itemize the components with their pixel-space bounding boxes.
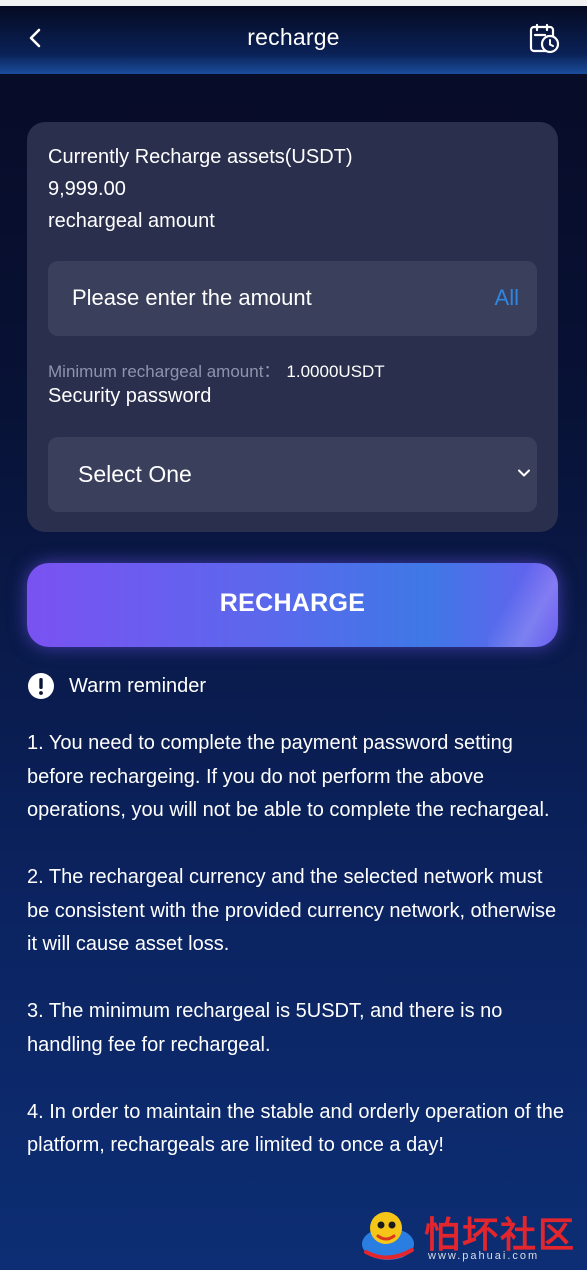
amount-input[interactable]: Please enter the amount All [48, 261, 537, 336]
recharge-button[interactable]: RECHARGE [27, 563, 558, 647]
security-password-select[interactable]: Select One [48, 437, 537, 512]
recharge-card: Currently Recharge assets(USDT) 9,999.00… [27, 122, 558, 532]
minimum-amount-label: Minimum rechargeal amount： [48, 362, 281, 381]
reminder-item: 1. You need to complete the payment pass… [27, 732, 550, 821]
reminder-item: 4. In order to maintain the stable and o… [27, 1100, 565, 1157]
watermark-logo-icon [362, 1212, 414, 1260]
amount-label: rechargeal amount [48, 210, 215, 232]
reminder-item: 3. The minimum rechargeal is 5USDT, and … [27, 1000, 503, 1056]
reminder-title: Warm reminder [69, 675, 207, 697]
app-header: recharge [0, 6, 587, 74]
minimum-amount-value: 1.0000USDT [286, 362, 385, 381]
assets-value: 9,999.00 [48, 178, 126, 200]
watermark: 怕坏社区 www.pahuai.com [356, 1206, 578, 1268]
assets-label: Currently Recharge assets(USDT) [48, 146, 353, 168]
reminder-list: 1. You need to complete the payment pass… [27, 727, 567, 1196]
reminder-item: 2. The rechargeal currency and the selec… [27, 866, 557, 955]
all-button[interactable]: All [495, 285, 519, 311]
history-clock-icon[interactable] [527, 22, 561, 56]
select-value: Select One [78, 461, 192, 487]
amount-input-placeholder: Please enter the amount [72, 285, 312, 310]
chevron-down-icon [518, 469, 530, 477]
exclamation-icon [28, 673, 54, 699]
watermark-url: www.pahuai.com [428, 1250, 540, 1262]
page-title: recharge [247, 24, 340, 50]
recharge-button-label: RECHARGE [219, 589, 366, 617]
minimum-amount-row: Minimum rechargeal amount： 1.0000USDT [48, 357, 385, 382]
security-password-label: Security password [48, 385, 212, 407]
